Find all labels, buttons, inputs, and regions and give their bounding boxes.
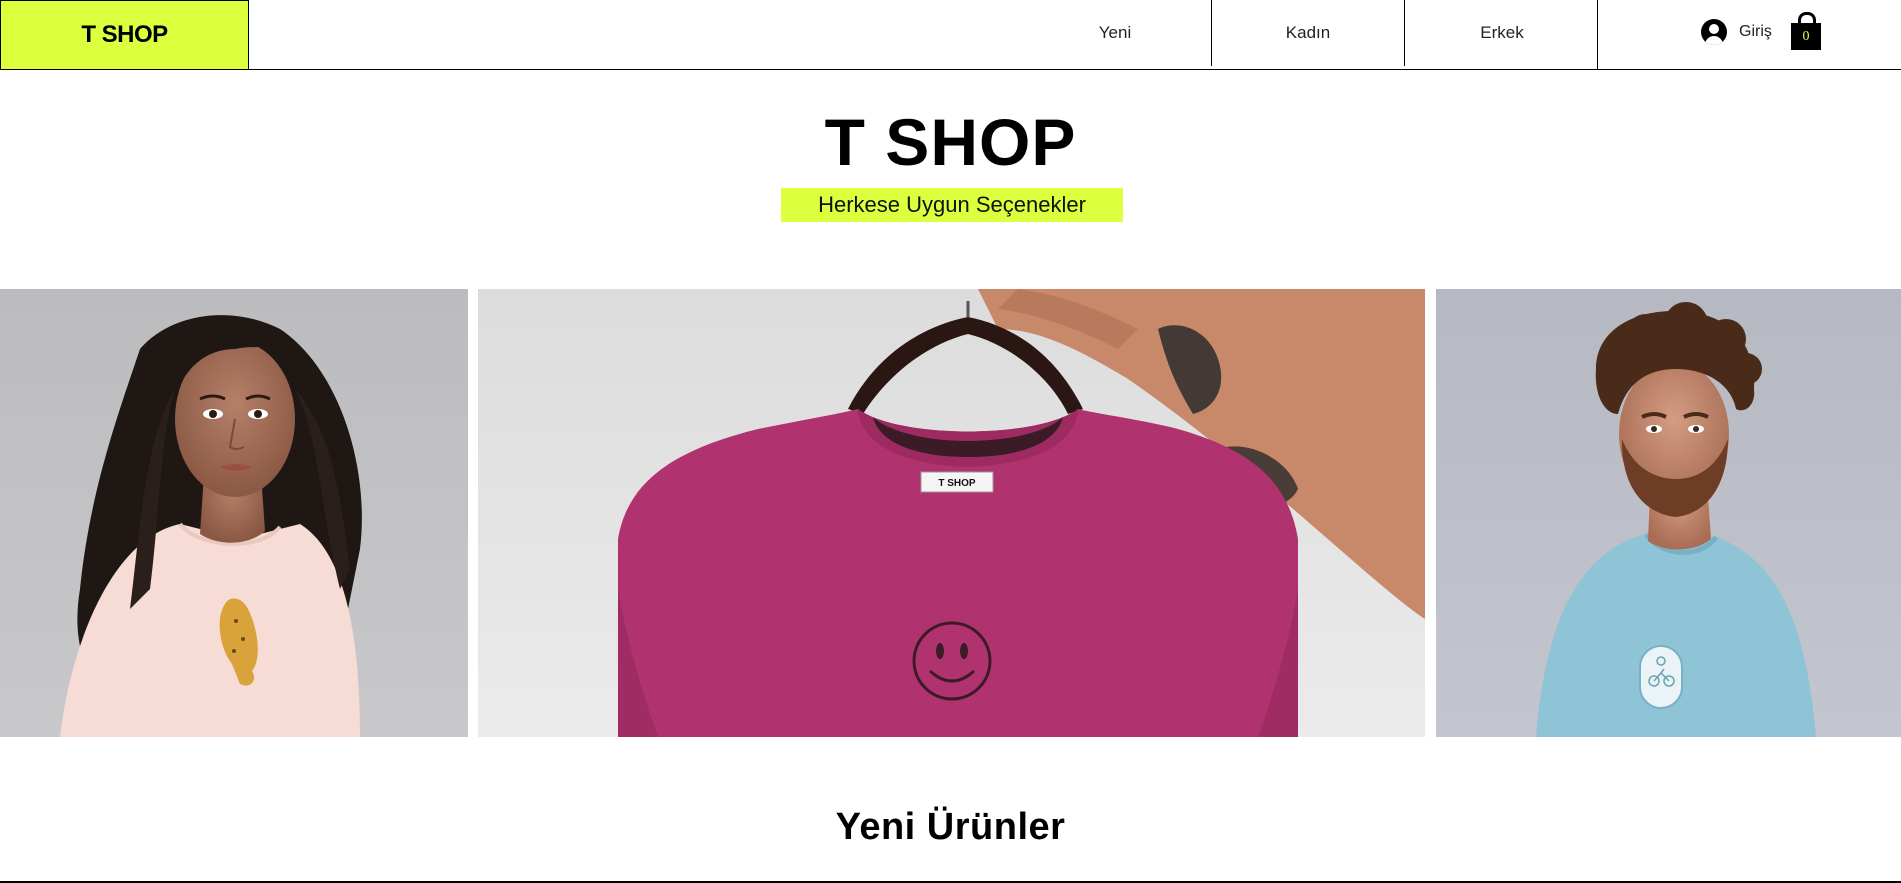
hero-tagline: Herkese Uygun Seçenekler [781, 188, 1123, 222]
tshirt-neck-label: T SHOP [938, 478, 976, 489]
nav-item-kadin[interactable]: Kadın [1212, 0, 1405, 66]
site-header: T SHOP Yeni Kadın Erkek Giriş 0 [0, 0, 1901, 70]
user-avatar-icon [1701, 19, 1727, 45]
woman-photo-illustration [60, 315, 362, 737]
cart-count: 0 [1791, 23, 1821, 50]
gallery-image-women[interactable] [0, 289, 468, 737]
hero-title: T SHOP [824, 105, 1077, 179]
site-logo[interactable]: T SHOP [0, 0, 249, 70]
login-label: Giriş [1739, 23, 1772, 40]
tshirt-photo-illustration: T SHOP [618, 289, 1425, 737]
nav-item-label: Yeni [1098, 23, 1132, 42]
nav-item-erkek[interactable]: Erkek [1406, 0, 1598, 66]
gallery-image-featured[interactable]: T SHOP [478, 289, 1425, 737]
nav-item-label: Kadın [1285, 23, 1331, 42]
nav-item-label: Erkek [1480, 23, 1524, 42]
login-button[interactable]: Giriş [1701, 17, 1772, 47]
nav-divider [1597, 0, 1598, 70]
section-title-new-products: Yeni Ürünler [835, 806, 1066, 848]
cart-button[interactable]: 0 [1791, 12, 1821, 50]
man-photo-illustration [1536, 302, 1816, 737]
gallery-image-men[interactable] [1436, 289, 1901, 737]
nav-item-yeni[interactable]: Yeni [1019, 0, 1212, 66]
